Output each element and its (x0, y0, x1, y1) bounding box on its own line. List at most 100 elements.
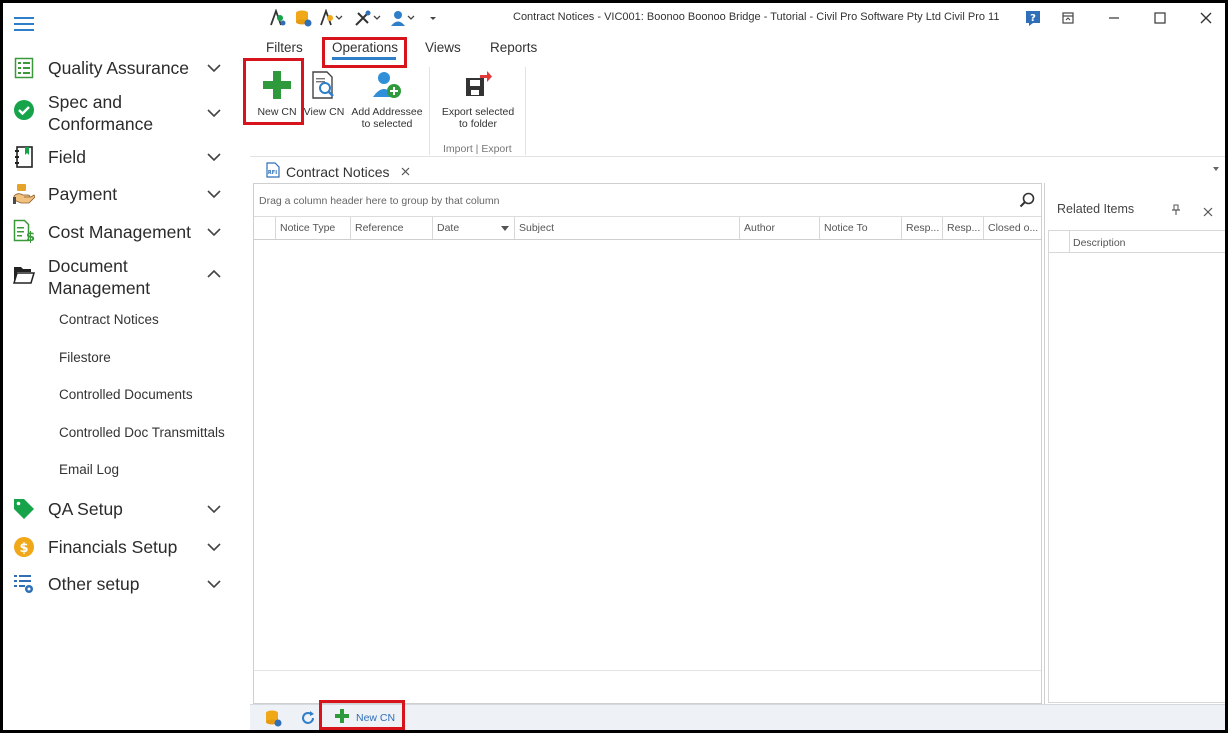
database-icon[interactable] (294, 9, 312, 27)
status-bar: New CN (250, 704, 1225, 730)
sort-descending-icon (501, 226, 509, 231)
tab-reports[interactable]: Reports (490, 40, 537, 55)
notebook-icon (13, 146, 35, 168)
new-cn-status-button[interactable]: New CN (334, 708, 396, 729)
sidebar-item-qa-setup[interactable]: QA Setup (3, 496, 250, 522)
restore-layout-icon[interactable] (1056, 7, 1080, 29)
minimize-icon[interactable] (1102, 7, 1126, 29)
add-addressee-button[interactable]: Add Addressee to selected (350, 61, 424, 131)
sidebar-item-label: Other setup (48, 574, 140, 594)
workflow-icon[interactable] (268, 9, 286, 27)
column-notice-type[interactable]: Notice Type (275, 217, 350, 239)
sidebar-item-document-management[interactable]: Document Management (3, 253, 250, 299)
coin-icon: $ (13, 536, 35, 558)
maximize-icon[interactable] (1148, 7, 1172, 29)
sidebar-item-quality-assurance[interactable]: Quality Assurance (3, 55, 250, 81)
hamburger-menu-icon[interactable] (14, 17, 34, 31)
sidebar-item-label: Cost Management (48, 222, 191, 242)
tab-filters[interactable]: Filters (266, 40, 303, 55)
export-selected-button[interactable]: Export selected to folder (438, 61, 518, 131)
view-cn-button[interactable]: View CN (300, 61, 348, 131)
sidebar-subitem-controlled-documents[interactable]: Controlled Documents (59, 387, 193, 402)
settings-tools-icon[interactable] (354, 9, 382, 27)
column-description[interactable]: Description (1048, 230, 1225, 253)
sidebar-subitem-email-log[interactable]: Email Log (59, 462, 119, 477)
ribbon-operations: New CN View CN Add Addressee to selected … (250, 61, 1225, 157)
tag-icon (13, 498, 35, 520)
export-selected-label-2: to folder (459, 118, 497, 130)
database-settings-icon[interactable] (264, 709, 282, 727)
app-window: Quality Assurance Spec and Conformance F… (3, 3, 1225, 730)
export-disk-icon (463, 70, 493, 103)
sidebar-item-label: Management (48, 278, 151, 298)
chevron-down-icon (206, 576, 222, 592)
sidebar-item-label: Quality Assurance (48, 58, 190, 78)
tab-views[interactable]: Views (425, 40, 461, 55)
sidebar-item-label: Conformance (48, 114, 154, 134)
column-closed-on[interactable]: Closed o... (983, 217, 1041, 239)
sidebar-item-label: Payment (48, 184, 118, 204)
add-addressee-label-2: to selected (361, 118, 413, 130)
tab-operations[interactable]: Operations (332, 40, 398, 55)
sidebar-subitem-controlled-doc-transmittals[interactable]: Controlled Doc Transmittals (59, 425, 225, 440)
ribbon-separator (525, 67, 526, 155)
row-indicator-column (254, 217, 275, 239)
plus-icon (334, 708, 350, 729)
column-date[interactable]: Date (432, 217, 514, 239)
document-rfi-icon: RFI (266, 161, 280, 183)
customize-toolbar-icon[interactable] (428, 9, 438, 27)
chevron-down-icon (206, 149, 222, 165)
column-response-1[interactable]: Resp... (901, 217, 942, 239)
help-icon[interactable]: ? (1021, 7, 1045, 29)
pin-icon[interactable] (1171, 203, 1181, 221)
column-response-2[interactable]: Resp... (942, 217, 983, 239)
sidebar-item-spec-and-conformance[interactable]: Spec and Conformance (3, 89, 250, 135)
plus-icon (262, 70, 292, 103)
tab-label: Contract Notices (286, 164, 390, 180)
related-items-list (1048, 253, 1225, 703)
hand-money-icon (13, 183, 35, 205)
sidebar-subitem-filestore[interactable]: Filestore (59, 350, 111, 365)
chevron-up-icon (206, 266, 222, 282)
group-label-import-export: Import | Export (443, 143, 512, 155)
group-by-hint: Drag a column header here to group by th… (259, 195, 500, 207)
tools-dropdown-icon[interactable] (318, 9, 344, 27)
user-dropdown-icon[interactable] (390, 9, 416, 27)
new-cn-button[interactable]: New CN (252, 61, 302, 131)
view-cn-label: View CN (303, 106, 345, 118)
sidebar-item-label: Document (48, 256, 128, 276)
tab-overflow-icon[interactable] (1213, 167, 1219, 171)
sidebar-subitem-contract-notices[interactable]: Contract Notices (59, 312, 159, 327)
chevron-down-icon (206, 60, 222, 76)
sidebar-item-financials-setup[interactable]: $ Financials Setup (3, 534, 250, 560)
column-notice-to[interactable]: Notice To (819, 217, 901, 239)
close-tab-icon[interactable] (401, 163, 410, 181)
svg-text:RFI: RFI (268, 170, 277, 176)
close-panel-icon[interactable] (1203, 204, 1213, 222)
grid-footer (254, 670, 1041, 703)
chevron-down-icon (206, 105, 222, 121)
export-selected-label: Export selected (441, 106, 515, 118)
search-icon[interactable] (1019, 192, 1035, 213)
refresh-icon[interactable] (300, 709, 316, 727)
column-reference[interactable]: Reference (350, 217, 432, 239)
column-author[interactable]: Author (739, 217, 819, 239)
related-items-panel: Related Items Description (1044, 183, 1225, 704)
add-addressee-label: Add Addressee (351, 106, 423, 118)
sidebar-item-label: Spec and (48, 92, 122, 112)
sidebar-item-field[interactable]: Field (3, 144, 250, 170)
tab-contract-notices[interactable]: RFI Contract Notices (266, 161, 410, 183)
window-title: Contract Notices - VIC001: Boonoo Boonoo… (513, 11, 1000, 23)
sidebar-item-cost-management[interactable]: $ Cost Management (3, 219, 250, 245)
close-icon[interactable] (1194, 7, 1218, 29)
title-bar: Contract Notices - VIC001: Boonoo Boonoo… (250, 3, 1225, 33)
document-dollar-icon: $ (13, 219, 35, 243)
column-subject[interactable]: Subject (514, 217, 739, 239)
column-date-label: Date (437, 222, 460, 234)
new-cn-label: New CN (257, 106, 297, 118)
group-by-panel[interactable]: Drag a column header here to group by th… (254, 184, 1041, 217)
new-cn-status-label: New CN (356, 712, 396, 724)
sidebar-item-other-setup[interactable]: Other setup (3, 571, 250, 597)
sidebar-item-payment[interactable]: Payment (3, 181, 250, 207)
chevron-down-icon (206, 224, 222, 240)
